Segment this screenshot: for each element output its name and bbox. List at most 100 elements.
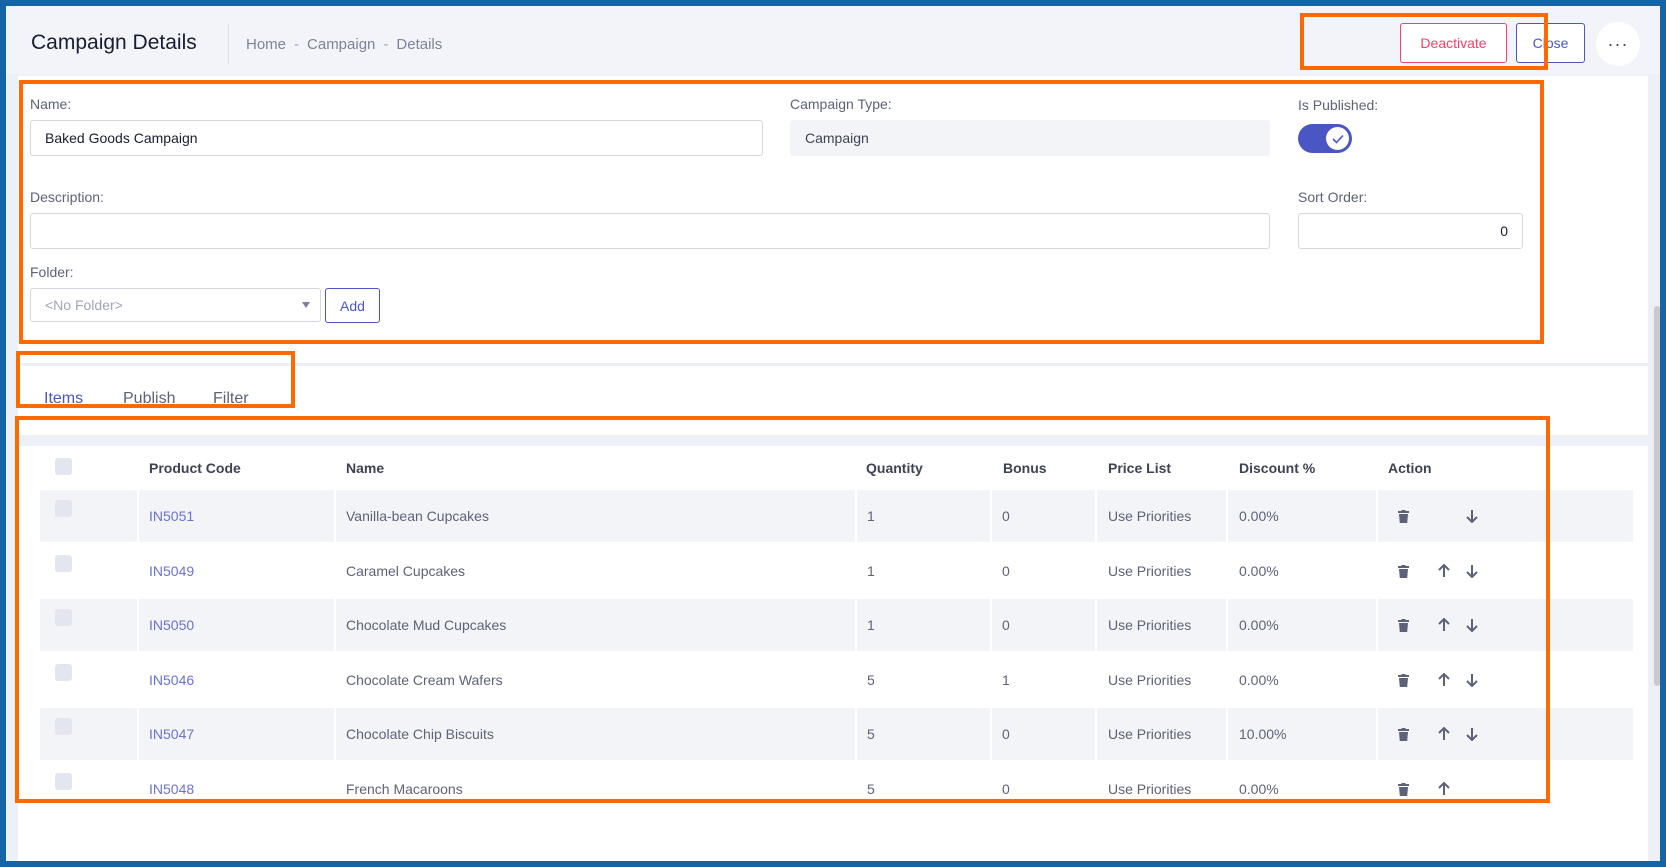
arrow-down-icon[interactable]	[1466, 673, 1478, 687]
product-name: Chocolate Chip Biscuits	[346, 726, 494, 742]
column-header-quantity: Quantity	[866, 460, 923, 476]
select-all-checkbox[interactable]	[55, 458, 72, 475]
arrow-up-icon[interactable]	[1438, 781, 1450, 796]
cell-divider	[334, 490, 336, 542]
cell-divider	[1095, 544, 1097, 597]
cell-divider	[334, 708, 336, 760]
deactivate-button[interactable]: Deactivate	[1400, 23, 1507, 63]
tab-publish[interactable]: Publish	[123, 390, 175, 408]
cell-divider	[1376, 708, 1378, 760]
sort-order-field[interactable]: 0	[1298, 213, 1523, 249]
table-row: IN5046 Chocolate Cream Wafers 5 1 Use Priori…	[40, 653, 1633, 706]
cell-divider	[137, 653, 139, 706]
column-header-discount: Discount %	[1239, 460, 1316, 476]
cell-divider	[1376, 544, 1378, 597]
row-checkbox[interactable]	[55, 663, 72, 681]
trash-icon[interactable]	[1398, 782, 1409, 796]
cell-divider	[1376, 762, 1378, 815]
campaign-form: Name: Baked Goods Campaign Campaign Type…	[18, 76, 1648, 363]
product-code-link[interactable]: IN5050	[149, 599, 194, 651]
product-code-link[interactable]: IN5046	[149, 654, 194, 706]
column-header-bonus: Bonus	[1003, 460, 1047, 476]
folder-select-value: <No Folder>	[45, 297, 123, 313]
cell-divider	[334, 653, 336, 706]
trash-icon[interactable]	[1398, 673, 1409, 687]
row-checkbox[interactable]	[55, 554, 72, 572]
arrow-down-icon[interactable]	[1466, 564, 1478, 578]
cell-divider	[855, 653, 857, 706]
vertical-scrollbar[interactable]	[1654, 306, 1660, 686]
description-label: Description:	[30, 189, 104, 205]
folder-select[interactable]: <No Folder>	[30, 288, 321, 322]
arrow-up-icon[interactable]	[1438, 563, 1450, 578]
description-field[interactable]	[30, 213, 1270, 249]
add-folder-button[interactable]: Add	[325, 288, 380, 323]
cell-divider	[855, 544, 857, 597]
trash-icon[interactable]	[1398, 728, 1409, 741]
arrow-down-icon[interactable]	[1466, 509, 1478, 523]
quantity-value: 1	[867, 562, 875, 579]
price-list-value: Use Priorities	[1108, 508, 1192, 524]
more-options-button[interactable]: ···	[1596, 22, 1640, 66]
product-code-link[interactable]: IN5051	[149, 490, 194, 542]
breadcrumb-home[interactable]: Home	[246, 36, 286, 53]
tab-items[interactable]: Items	[44, 390, 83, 408]
cell-divider	[334, 544, 336, 597]
cell-divider	[1376, 599, 1378, 651]
page-header: Campaign Details Home - Campaign - Detai…	[6, 6, 1660, 74]
tab-filter[interactable]: Filter	[213, 390, 249, 408]
tab-bar: Items Publish Filter	[18, 366, 1648, 436]
arrow-up-icon[interactable]	[1438, 727, 1450, 741]
product-code-link[interactable]: IN5047	[149, 708, 194, 760]
cell-divider	[990, 599, 992, 651]
breadcrumb-campaign[interactable]: Campaign	[307, 36, 375, 53]
cell-divider	[1226, 544, 1228, 597]
name-label: Name:	[30, 96, 72, 112]
row-checkbox[interactable]	[55, 500, 72, 517]
product-code-link[interactable]: IN5049	[149, 545, 194, 597]
breadcrumb-details: Details	[396, 36, 443, 53]
quantity-value: 1	[867, 617, 875, 633]
table-row: IN5050 Chocolate Mud Cupcakes 1 0 Use Priori…	[40, 599, 1633, 651]
is-published-toggle[interactable]	[1298, 124, 1352, 153]
product-name: Chocolate Mud Cupcakes	[346, 617, 507, 633]
row-checkbox[interactable]	[55, 772, 72, 790]
campaign-type-field: Campaign	[790, 120, 1270, 156]
cell-divider	[990, 490, 992, 542]
discount-value: 10.00%	[1239, 726, 1287, 742]
price-list-value: Use Priorities	[1108, 780, 1192, 797]
product-code-link[interactable]: IN5048	[149, 763, 194, 815]
cell-divider	[1095, 653, 1097, 706]
cell-divider	[855, 708, 857, 760]
caret-down-icon	[302, 302, 310, 308]
cell-divider	[137, 762, 139, 815]
quantity-value: 5	[867, 671, 875, 688]
table-row: IN5049 Caramel Cupcakes 1 0 Use Priorities 0.…	[40, 544, 1633, 597]
header-divider	[228, 24, 229, 64]
product-name: French Macaroons	[346, 780, 463, 797]
cell-divider	[1226, 708, 1228, 760]
arrow-down-icon[interactable]	[1466, 618, 1478, 632]
arrow-up-icon[interactable]	[1438, 672, 1450, 687]
cell-divider	[1226, 653, 1228, 706]
cell-divider	[855, 599, 857, 651]
arrow-up-icon[interactable]	[1438, 618, 1450, 632]
trash-icon[interactable]	[1398, 619, 1409, 632]
breadcrumb-separator: -	[383, 36, 389, 53]
trash-icon[interactable]	[1398, 510, 1409, 523]
cell-divider	[1095, 490, 1097, 542]
row-checkbox[interactable]	[55, 718, 72, 735]
trash-icon[interactable]	[1398, 564, 1409, 578]
product-name: Chocolate Cream Wafers	[346, 671, 503, 688]
arrow-down-icon[interactable]	[1466, 727, 1478, 741]
close-button[interactable]: Close	[1516, 23, 1585, 63]
items-table: Product Code Name Quantity Bonus Price L…	[18, 446, 1648, 861]
column-header-product-code: Product Code	[149, 460, 241, 476]
row-checkbox[interactable]	[55, 609, 72, 626]
price-list-value: Use Priorities	[1108, 671, 1192, 688]
active-tab-indicator	[44, 416, 87, 418]
cell-divider	[137, 708, 139, 760]
name-field[interactable]: Baked Goods Campaign	[30, 120, 763, 156]
cell-divider	[990, 544, 992, 597]
discount-value: 0.00%	[1239, 671, 1279, 688]
